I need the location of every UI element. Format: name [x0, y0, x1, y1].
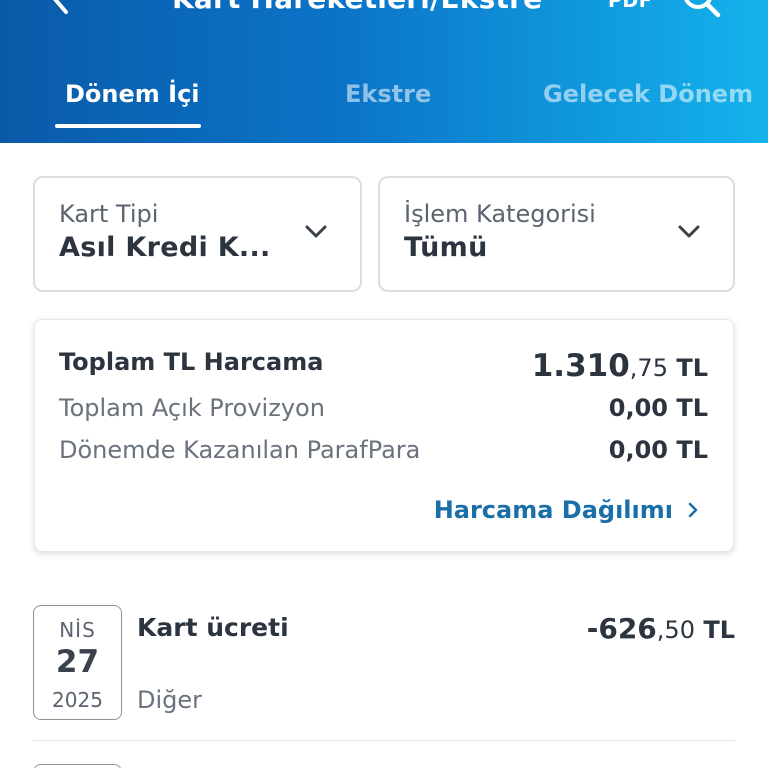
transaction-day: 27	[55, 644, 100, 680]
chevron-left-icon[interactable]	[40, 0, 80, 18]
spending-breakdown-label: Harcama Dağılımı	[433, 496, 673, 524]
open-provision-amount: 0,00 TL	[608, 394, 708, 422]
search-icon[interactable]	[680, 0, 724, 18]
total-amount-integer: 1.310	[531, 348, 630, 384]
tab-ekstre[interactable]: Ekstre	[345, 80, 431, 108]
total-spending-amount: 1.310,75 TL	[532, 348, 708, 384]
chevron-down-icon	[678, 225, 700, 238]
card-type-label: Kart Tipi	[59, 200, 159, 228]
parafpara-label: Dönemde Kazanılan ParafPara	[59, 436, 421, 464]
category-select[interactable]: İşlem Kategorisi Tümü	[378, 176, 735, 292]
total-spending-label: Toplam TL Harcama	[59, 348, 324, 376]
spending-summary-card: Toplam TL Harcama 1.310,75 TL Toplam Açı…	[34, 319, 734, 552]
list-divider	[33, 740, 735, 741]
next-transaction-date-badge	[33, 764, 122, 768]
transaction-month: NİS	[59, 618, 96, 642]
chevron-right-icon	[688, 502, 698, 518]
parafpara-amount: 0,00 TL	[608, 436, 708, 464]
total-amount-currency: TL	[667, 354, 708, 382]
total-amount-decimal: ,75	[629, 354, 668, 382]
page-title: Kart Hareketleri/Ekstre	[172, 0, 542, 15]
open-provision-label: Toplam Açık Provizyon	[59, 394, 325, 422]
transaction-title: Kart ücreti	[137, 613, 289, 642]
transaction-amount-currency: TL	[694, 616, 735, 644]
transaction-amount-decimal: ,50	[656, 616, 695, 644]
pdf-button[interactable]: PDF	[608, 0, 652, 12]
spending-breakdown-link[interactable]: Harcama Dağılımı	[434, 496, 699, 524]
tab-donem-ici[interactable]: Dönem İçi	[65, 80, 200, 108]
category-value: Tümü	[404, 232, 488, 263]
transaction-amount: -626,50 TL	[587, 612, 735, 645]
category-label: İşlem Kategorisi	[404, 200, 596, 228]
active-tab-indicator	[55, 124, 201, 128]
transaction-category: Diğer	[137, 686, 203, 714]
transaction-date-badge: NİS 27 2025	[33, 605, 122, 720]
card-type-select[interactable]: Kart Tipi Asıl Kredi K...	[33, 176, 362, 292]
chevron-down-icon	[305, 225, 327, 238]
app-header: Kart Hareketleri/Ekstre PDF Dönem İçi Ek…	[0, 0, 768, 143]
card-type-value: Asıl Kredi K...	[59, 232, 271, 263]
transaction-amount-integer: -626	[586, 612, 657, 645]
tab-gelecek-donem[interactable]: Gelecek Dönem	[543, 80, 753, 108]
transaction-year: 2025	[52, 688, 103, 712]
